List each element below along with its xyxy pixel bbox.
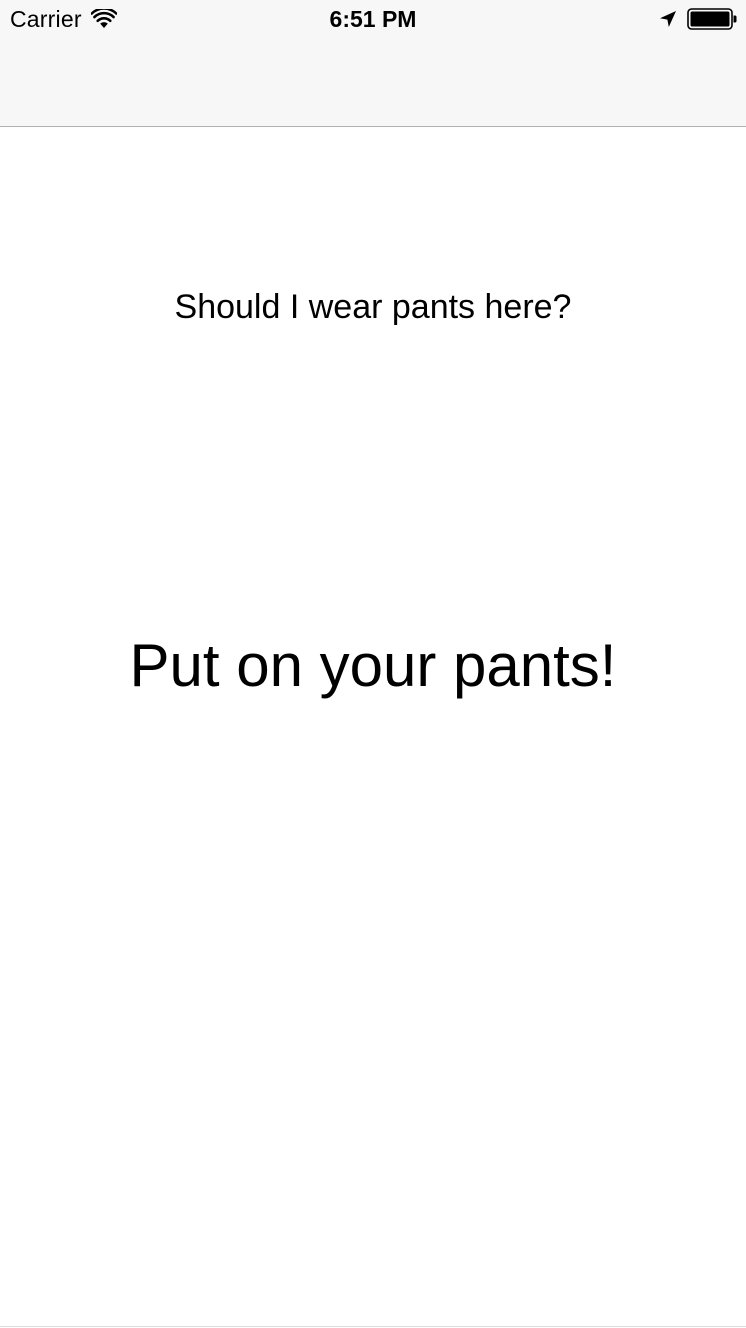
location-arrow-icon <box>660 11 676 27</box>
bottom-divider <box>0 1326 746 1327</box>
status-bar: Carrier 6:51 PM <box>0 0 746 40</box>
app-screen: Carrier 6:51 PM Should I wear pants here… <box>0 0 746 1328</box>
status-right-indicators <box>659 7 737 31</box>
answer-label: Put on your pants! <box>129 632 617 699</box>
battery-full-icon <box>687 8 737 30</box>
navigation-bar: Carrier 6:51 PM <box>0 0 746 127</box>
status-time: 6:51 PM <box>329 6 417 32</box>
question-label: Should I wear pants here? <box>174 288 572 326</box>
